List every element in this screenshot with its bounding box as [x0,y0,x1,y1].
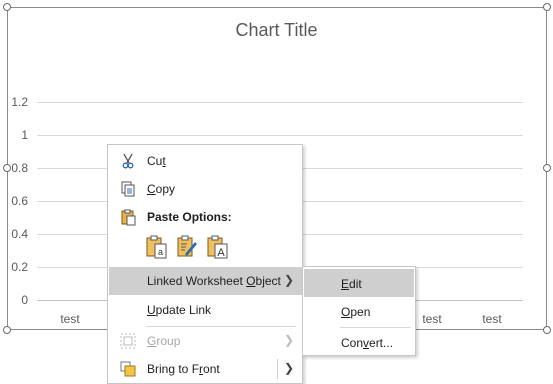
resize-handle-top-right[interactable] [543,3,551,11]
menu-item-bring-to-front[interactable]: Bring to Front ❯ [109,355,302,383]
menu-item-label: Edit [341,277,362,291]
menu-item-label: Bring to Front [147,362,220,376]
menu-item-label: Update Link [147,303,212,317]
scissors-icon [119,152,137,170]
chart-title[interactable]: Chart Title [0,20,553,41]
chevron-right-icon: ❯ [283,333,294,347]
submenu-item-convert[interactable]: Convert... [304,328,414,356]
y-tick-label: 1.2 [11,95,28,109]
y-tick-label: 0 [21,293,28,307]
menu-item-label: Group [147,334,181,348]
split-divider [277,359,278,379]
submenu-item-open[interactable]: Open [304,297,414,325]
gridline [37,135,523,136]
resize-handle-right[interactable] [543,164,551,172]
resize-handle-top-left[interactable] [3,3,11,11]
x-tick-label: test [60,312,80,326]
chevron-right-icon[interactable]: ❯ [284,361,294,375]
menu-item-cut[interactable]: Cut [109,147,302,175]
y-tick-label: 1 [21,128,28,142]
menu-item-update-link[interactable]: Update Link [109,296,302,324]
y-tick-label: 0.8 [11,161,28,175]
paste-destination-theme-icon[interactable]: a [145,234,169,260]
menu-item-label: Convert... [341,336,394,350]
context-menu: Cut Copy Paste Options: Linked Worksheet… [107,144,303,384]
bring-to-front-icon [119,360,137,378]
menu-item-linked-worksheet-object[interactable]: Linked Worksheet Object ❯ [109,267,302,295]
menu-item-label: Copy [147,182,176,196]
y-tick-label: 0.6 [11,194,28,208]
menu-item-group: Group ❯ [109,327,302,355]
paste-text-only-icon[interactable]: A [206,234,230,260]
clipboard-icon [119,208,137,226]
resize-handle-bottom-right[interactable] [543,326,551,334]
resize-handle-bottom-left[interactable] [3,326,11,334]
submenu-item-edit[interactable]: Edit [304,269,414,297]
copy-icon [119,180,137,198]
paste-keep-formatting-icon[interactable] [176,234,200,260]
svg-text:a: a [158,247,163,257]
svg-text:A: A [217,247,225,259]
x-tick-label: test [482,312,502,326]
y-tick-label: 0.4 [11,227,28,241]
menu-item-label: Cut [147,154,166,168]
menu-item-label: Open [341,305,371,319]
x-tick-label: test [422,312,442,326]
y-tick-label: 0.2 [11,260,28,274]
chevron-right-icon: ❯ [283,273,294,287]
menu-item-label: Linked Worksheet Object [147,274,281,288]
group-icon [119,332,137,350]
gridline [37,102,523,103]
menu-item-copy[interactable]: Copy [109,175,302,203]
linked-object-submenu: Edit Open Convert... [302,266,416,356]
paste-options-header: Paste Options: [109,203,302,231]
